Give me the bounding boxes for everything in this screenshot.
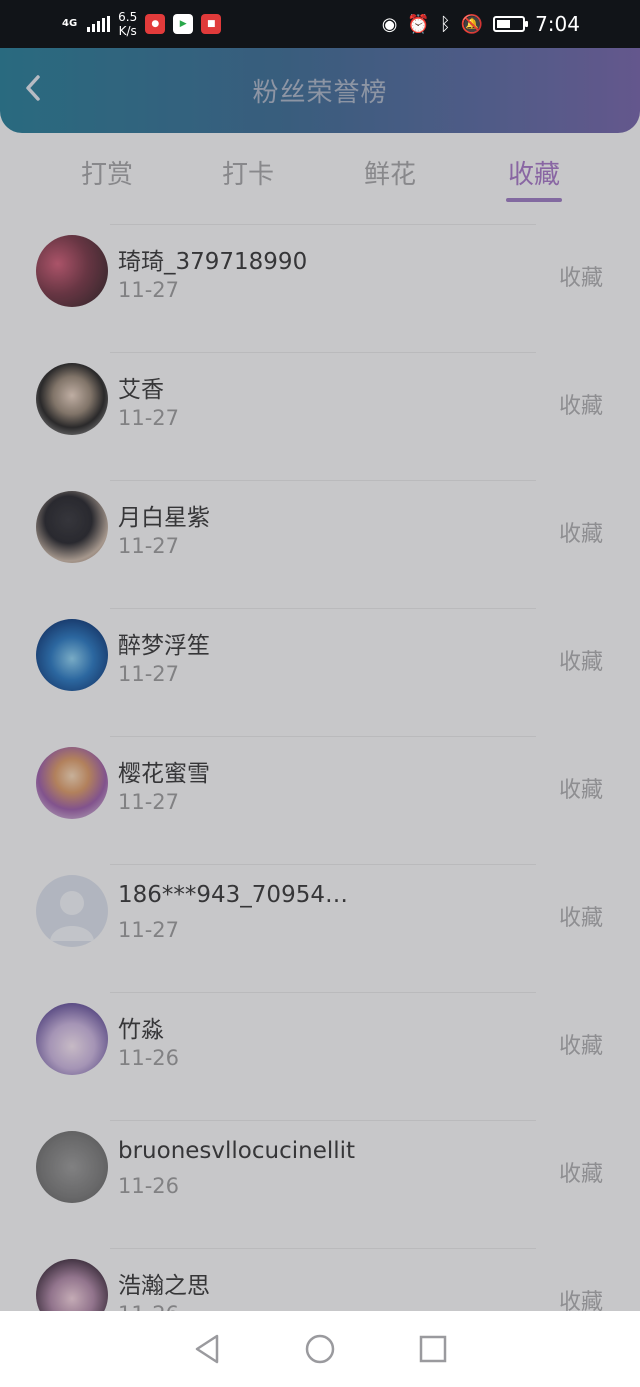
divider [110,224,536,225]
mute-bell-icon: 🔕 [460,13,484,35]
action-label: 收藏 [558,394,603,419]
list-item[interactable]: 醉梦浮笙 11-27 收藏 [0,592,640,720]
fan-name: 竹淼 [118,1017,164,1043]
list-item[interactable]: 琦琦_379718990 11-27 收藏 [0,208,640,336]
fan-list: 琦琦_379718990 11-27 收藏 艾香 11-27 收藏 月白星紫 1… [0,208,640,1360]
fan-name: 樱花蜜雪 [118,761,210,787]
action-label: 收藏 [558,1162,603,1187]
tab-bar: 打赏 打卡 鲜花 收藏 [0,148,640,208]
avatar[interactable] [36,747,108,819]
fan-name: 月白星紫 [118,505,210,531]
circle-home-icon[interactable] [300,1329,340,1369]
fan-date: 11-27 [118,790,180,814]
avatar[interactable] [36,1003,108,1075]
tab-flowers[interactable]: 鲜花 [340,154,440,191]
action-label: 收藏 [558,650,603,675]
avatar[interactable] [36,1131,108,1203]
action-label: 收藏 [558,266,603,291]
page-title: 粉丝荣誉榜 [252,78,388,108]
battery-icon [493,16,529,32]
divider [110,608,536,609]
fan-name: 浩瀚之思 [118,1273,210,1299]
tab-reward[interactable]: 打赏 [57,154,157,191]
default-avatar[interactable] [36,875,108,947]
divider [110,1120,536,1121]
fan-name: 艾香 [118,377,164,403]
avatar[interactable] [36,235,108,307]
divider [110,1248,536,1249]
action-label: 收藏 [558,522,603,547]
list-item[interactable]: 186***943_7095422... 11-27 收藏 [0,848,640,976]
fan-date: 11-26 [118,1174,180,1198]
divider [110,736,536,737]
avatar[interactable] [36,363,108,435]
list-item[interactable]: 艾香 11-27 收藏 [0,336,640,464]
signal-icon [87,16,111,32]
fan-date: 11-27 [118,278,180,302]
list-item[interactable]: 樱花蜜雪 11-27 收藏 [0,720,640,848]
fan-date: 11-27 [118,662,180,686]
status-right: ◉ ⏰ ᛒ 🔕 7:04 [382,12,580,36]
fan-date: 11-27 [118,534,180,558]
system-nav-bar [0,1311,640,1387]
fan-date: 11-27 [118,918,180,942]
square-recent-icon[interactable] [413,1329,453,1369]
app-icon-green: ▶ [173,14,194,34]
list-item[interactable]: bruonesvllocucinellit 11-26 收藏 [0,1104,640,1232]
status-left: 4G 6.5 K/s ● ▶ ■ [62,10,222,38]
network-type: 4G [62,18,78,29]
action-label: 收藏 [558,1034,603,1059]
tab-checkin[interactable]: 打卡 [198,154,298,191]
divider [110,864,536,865]
app-header: 粉丝荣誉榜 [0,48,640,133]
triangle-back-icon[interactable] [187,1329,227,1369]
list-item[interactable]: 竹淼 11-26 收藏 [0,976,640,1104]
fan-date: 11-26 [118,1046,180,1070]
divider [110,480,536,481]
avatar[interactable] [36,491,108,563]
alarm-icon: ⏰ [407,13,430,35]
battery-level-fill [497,20,511,28]
fan-name: 醉梦浮笙 [118,633,210,659]
bluetooth-icon: ᛒ [439,13,451,35]
app-icon-red: ● [145,14,166,34]
fan-name: 琦琦_379718990 [118,249,308,275]
active-tab-indicator [506,198,562,202]
tab-favorites[interactable]: 收藏 [484,154,584,191]
eye-icon: ◉ [381,13,398,35]
app-icon-toutiao: ■ [201,14,222,34]
fan-date: 11-27 [118,406,180,430]
list-item[interactable]: 月白星紫 11-27 收藏 [0,464,640,592]
clock: 7:04 [535,12,580,36]
status-bar: 4G 6.5 K/s ● ▶ ■ ◉ ⏰ ᛒ 🔕 7:04 [0,0,640,48]
fan-name: 186***943_7095422... [118,882,358,908]
chevron-left-icon[interactable] [18,74,48,108]
action-label: 收藏 [558,906,603,931]
divider [110,352,536,353]
speed-unit: K/s [118,24,137,38]
action-label: 收藏 [558,778,603,803]
speed-value: 6.5 [118,10,138,24]
avatar[interactable] [36,619,108,691]
divider [110,992,536,993]
fan-name: bruonesvllocucinellit [118,1138,356,1164]
network-speed: 6.5 K/s [118,10,137,38]
